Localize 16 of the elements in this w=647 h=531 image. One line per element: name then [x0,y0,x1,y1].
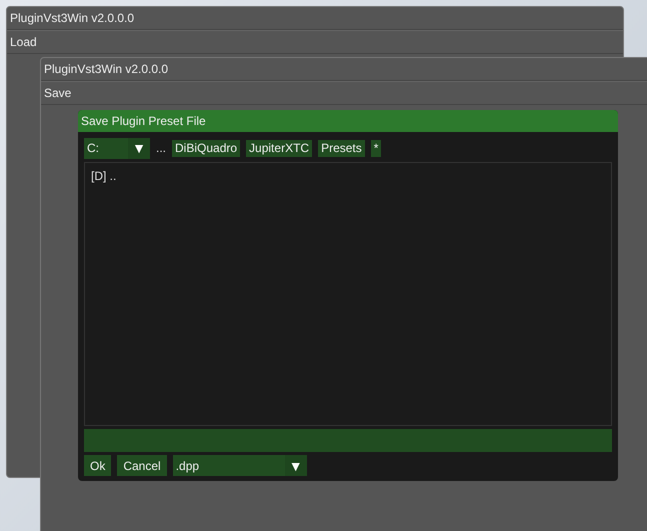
path-button[interactable]: Presets [318,140,365,156]
path-button[interactable]: * [370,140,382,156]
dialog-button[interactable]: Ok [84,455,112,476]
section-header[interactable]: Save [41,81,647,105]
window-title: PluginVst3Win v2.0.0.0 [44,62,168,76]
path-ellipsis: ... [156,141,166,155]
window-title: PluginVst3Win v2.0.0.0 [10,11,134,25]
filename-field[interactable] [84,429,612,452]
path-button[interactable]: DiBiQuadro [172,140,240,156]
drive-dropdown[interactable]: C: ▼ [84,138,150,158]
section-header[interactable]: Load [7,30,623,54]
filter-dropdown[interactable]: .dpp ▼ [172,455,307,476]
path-button[interactable]: JupiterXTC [246,140,312,156]
file-entry[interactable]: [D] .. [91,169,605,183]
dialog-button[interactable]: Cancel [117,455,167,476]
dialog-title: Save Plugin Preset File [81,114,206,128]
